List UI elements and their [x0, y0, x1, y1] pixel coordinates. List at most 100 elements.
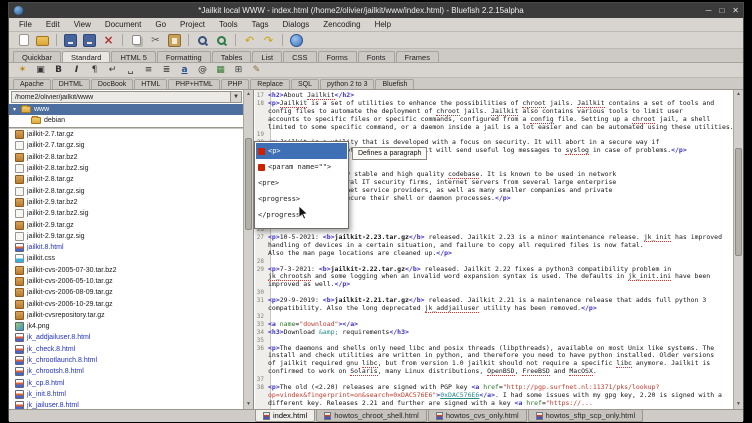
sidebar-scrollbar-thumb[interactable] [245, 138, 252, 230]
file-item[interactable]: jailkit-cvs-2006-10-29.tar.gz [9, 298, 243, 309]
tab-css[interactable]: CSS [283, 51, 316, 62]
replace-button[interactable] [212, 33, 231, 48]
snippet-tab-replace[interactable]: Replace [250, 79, 290, 89]
doc-tab-howtos-chroot-shell-html[interactable]: howtos_chroot_shell.html [316, 410, 427, 422]
file-item[interactable]: jailkit-cvs-2005-07-30.tar.bz2 [9, 265, 243, 276]
code-line[interactable]: improved as well.</p> [255, 281, 733, 289]
editor-scrollbar[interactable]: ▲ ▼ [733, 90, 743, 409]
bold-button[interactable]: B [50, 64, 67, 77]
snippet-tab-html[interactable]: HTML [134, 79, 167, 89]
scroll-up-icon[interactable]: ▲ [244, 90, 253, 99]
tab-list[interactable]: List [252, 51, 282, 62]
file-item[interactable]: jk_addjailuser.8.html [9, 332, 243, 343]
center-button[interactable]: ≡ [140, 64, 157, 77]
file-item[interactable]: jailkit-cvsrepository.tar.gz [9, 310, 243, 321]
file-item[interactable]: jailkit.8.html [9, 242, 243, 253]
tab-quickbar[interactable]: Quickbar [13, 51, 61, 62]
tab-fonts[interactable]: Fonts [358, 51, 395, 62]
doc-tab-howtos-sftp-scp-only-html[interactable]: howtos_sftp_scp_only.html [528, 410, 644, 422]
find-button[interactable] [193, 33, 212, 48]
code-line[interactable]: 35 [255, 337, 733, 345]
snippet-tab-sql[interactable]: SQL [291, 79, 319, 89]
quickstart-button[interactable]: ✶ [14, 64, 31, 77]
file-item[interactable]: jk_cp.8.html [9, 378, 243, 389]
file-item[interactable]: jailkit-cvs-2006-08-09.tar.gz [9, 287, 243, 298]
email-button[interactable]: @ [194, 64, 211, 77]
code-line[interactable]: confirmed to work on Solaris, many Linux… [255, 368, 733, 376]
file-item[interactable]: jailkit-2.7.tar.gz.sig [9, 140, 243, 151]
doc-tab-index-html[interactable]: index.html [255, 410, 315, 422]
menu-go[interactable]: Go [148, 18, 173, 31]
code-line[interactable]: 37 [255, 376, 733, 384]
file-item[interactable]: jailkit-2.9.tar.gz.sig [9, 231, 243, 242]
code-line[interactable]: accounts to specific files or specific c… [255, 116, 733, 124]
snippet-tab-dhtml[interactable]: DHTML [52, 79, 90, 89]
scroll-down-icon[interactable]: ▼ [244, 400, 253, 409]
snippet-tab-php[interactable]: PHP [221, 79, 249, 89]
tab-standard[interactable]: Standard [62, 51, 110, 62]
code-line[interactable]: handling of devices in a certain situati… [255, 242, 733, 250]
code-line[interactable]: 28 [255, 258, 733, 266]
paste-button[interactable] [165, 33, 184, 48]
menu-document[interactable]: Document [98, 18, 148, 31]
code-line[interactable]: 32 [255, 313, 733, 321]
code-line[interactable]: 34<h3>Download &amp; requirements</h3> [255, 329, 733, 337]
open-button[interactable] [33, 33, 52, 48]
preview-button[interactable] [287, 33, 306, 48]
menu-view[interactable]: View [67, 18, 98, 31]
anchor-button[interactable]: a [176, 64, 193, 77]
file-item[interactable]: jailkit-2.8.tar.bz2.sig [9, 163, 243, 174]
code-line[interactable]: 30 [255, 289, 733, 297]
code-text[interactable]: 17<h2>About Jailkit</h2>18<p>Jailkit is … [255, 92, 733, 408]
menu-project[interactable]: Project [173, 18, 212, 31]
break-button[interactable]: ↵ [104, 64, 121, 77]
code-line[interactable]: 19 [255, 131, 733, 139]
code-line[interactable]: 38<p>The old (<2.20) releases are signed… [255, 384, 733, 392]
image-button[interactable]: ▦ [212, 64, 229, 77]
close-button[interactable]: ✕ [732, 6, 739, 15]
copy-button[interactable] [127, 33, 146, 48]
table-button[interactable]: ⊞ [230, 64, 247, 77]
snippet-tab-python-2-to-3[interactable]: python 2 to 3 [320, 79, 374, 89]
maximize-button[interactable]: □ [719, 6, 724, 15]
file-item[interactable]: jailkit-2.9.tar.gz [9, 219, 243, 230]
code-line[interactable]: different key. Releases 2.21 and further… [255, 400, 733, 408]
save-button[interactable] [61, 33, 80, 48]
tree-item-www[interactable]: ▾www [9, 104, 243, 115]
directory-combobox[interactable]: /home2/olivier/jailkit/www ▼ [11, 91, 242, 103]
tab-frames[interactable]: Frames [396, 51, 439, 62]
file-item[interactable]: jk_chrootsh.8.html [9, 366, 243, 377]
editor-scrollbar-thumb[interactable] [735, 148, 742, 256]
file-item[interactable]: jailkit-2.8.tar.bz2 [9, 152, 243, 163]
tab-tables[interactable]: Tables [212, 51, 252, 62]
comment-button[interactable]: ✎ [248, 64, 265, 77]
menu-dialogs[interactable]: Dialogs [276, 18, 317, 31]
file-item[interactable]: jailkit-2.8.tar.gz [9, 174, 243, 185]
file-item[interactable]: jk_chrootlaunch.8.html [9, 355, 243, 366]
tab-formatting[interactable]: Formatting [157, 51, 211, 62]
new-button[interactable] [14, 33, 33, 48]
autocomplete-item[interactable]: <pre> [256, 175, 347, 191]
autocomplete-item[interactable]: <param name=""> [256, 159, 347, 175]
code-line[interactable]: 18<p>Jailkit is a set of utilities to en… [255, 100, 733, 108]
expander-open-icon[interactable]: ▾ [13, 106, 21, 113]
code-line[interactable]: 33<a name="download"></a> [255, 321, 733, 329]
code-line[interactable]: op=vindex&fingerprint=on&search=0xDAC576… [255, 392, 733, 400]
cut-button[interactable] [146, 33, 165, 48]
dropdown-arrow-icon[interactable]: ▼ [230, 92, 241, 102]
titlebar[interactable]: *Jailkit local WWW - index.html (/home2/… [9, 3, 743, 18]
nbsp-button[interactable]: ␣ [122, 64, 139, 77]
file-item[interactable]: jk_init.8.html [9, 389, 243, 400]
file-item[interactable]: jailkit-2.8.tar.gz.sig [9, 185, 243, 196]
file-item[interactable]: jailkit-2.9.tar.bz2.sig [9, 208, 243, 219]
code-line[interactable]: config files to automate the deployment … [255, 108, 733, 116]
sidebar-scrollbar[interactable]: ▲ ▼ [243, 90, 253, 409]
menu-help[interactable]: Help [368, 18, 398, 31]
redo-button[interactable] [259, 33, 278, 48]
tab-forms[interactable]: Forms [318, 51, 357, 62]
autocomplete-item[interactable]: <p> [256, 143, 347, 159]
code-line[interactable]: 31<p>29-9-2019: <b>jailkit-2.21.tar.gz</… [255, 297, 733, 305]
paragraph-button[interactable]: ¶ [86, 64, 103, 77]
code-line[interactable]: 36<p>The daemons and shells only need li… [255, 345, 733, 353]
tab-html-5[interactable]: HTML 5 [111, 51, 155, 62]
